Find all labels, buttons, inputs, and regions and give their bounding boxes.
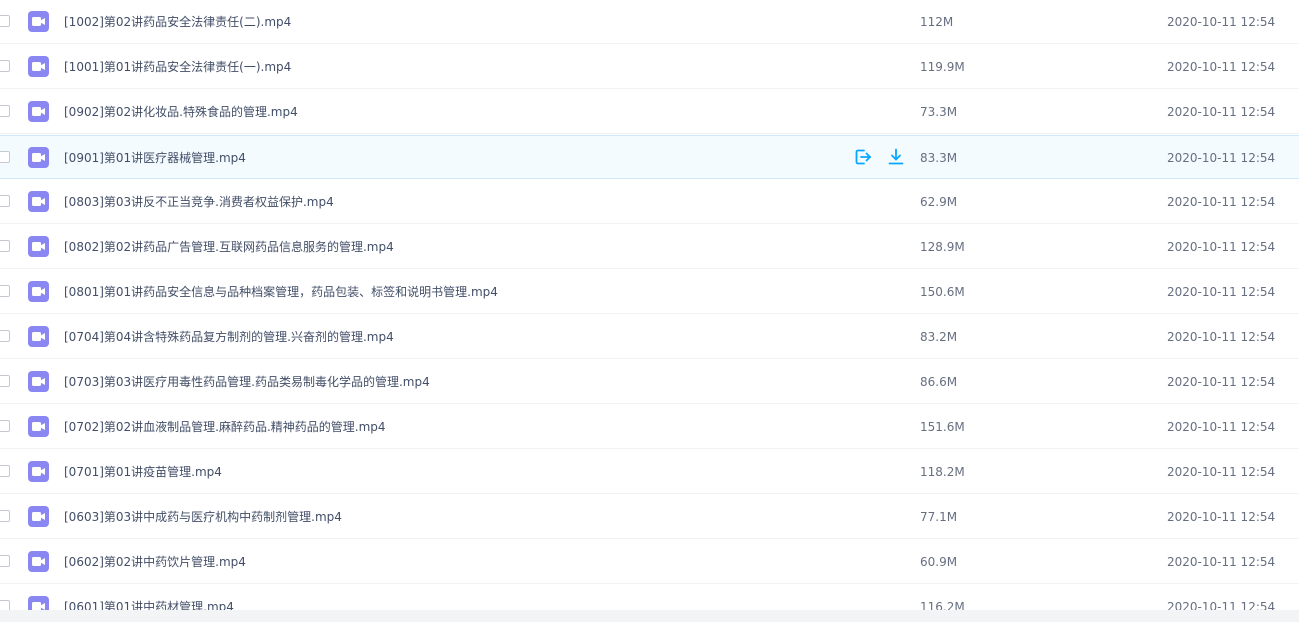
row-checkbox[interactable] (0, 285, 10, 297)
file-row[interactable]: [0902]第02讲化妆品.特殊食品的管理.mp4 73.3M 2020-10-… (0, 90, 1299, 134)
row-checkbox[interactable] (0, 105, 10, 117)
file-date: 2020-10-11 12:54 (1167, 151, 1276, 165)
file-row[interactable]: [0602]第02讲中药饮片管理.mp4 60.9M 2020-10-11 12… (0, 540, 1299, 584)
file-row[interactable]: [1002]第02讲药品安全法律责任(二).mp4 112M 2020-10-1… (0, 0, 1299, 44)
file-name[interactable]: [0702]第02讲血液制品管理.麻醉药品.精神药品的管理.mp4 (64, 405, 386, 449)
video-file-icon (28, 326, 49, 347)
file-row-hovered[interactable]: [0901]第01讲医疗器械管理.mp4 83.3M 2020-10-11 12… (0, 135, 1299, 179)
file-row[interactable]: [0601]第01讲中药材管理.mp4 116.2M 2020-10-11 12… (0, 585, 1299, 610)
file-name[interactable]: [0902]第02讲化妆品.特殊食品的管理.mp4 (64, 90, 298, 134)
video-file-icon (28, 596, 49, 610)
file-date: 2020-10-11 12:54 (1167, 465, 1276, 479)
file-size: 118.2M (920, 465, 965, 479)
row-checkbox[interactable] (0, 465, 10, 477)
file-row[interactable]: [0701]第01讲疫苗管理.mp4 118.2M 2020-10-11 12:… (0, 450, 1299, 494)
file-row[interactable]: [0803]第03讲反不正当竞争.消费者权益保护.mp4 62.9M 2020-… (0, 180, 1299, 224)
row-checkbox[interactable] (0, 15, 10, 27)
horizontal-scrollbar-track[interactable] (0, 610, 1299, 622)
file-name[interactable]: [0801]第01讲药品安全信息与品种档案管理，药品包装、标签和说明书管理.mp… (64, 270, 498, 314)
file-size: 128.9M (920, 240, 965, 254)
video-file-icon (28, 551, 49, 572)
file-date: 2020-10-11 12:54 (1167, 15, 1276, 29)
file-row[interactable]: [0703]第03讲医疗用毒性药品管理.药品类易制毒化学品的管理.mp4 86.… (0, 360, 1299, 404)
video-file-icon (28, 11, 49, 32)
row-checkbox[interactable] (0, 151, 10, 163)
file-date: 2020-10-11 12:54 (1167, 195, 1276, 209)
file-date: 2020-10-11 12:54 (1167, 510, 1276, 524)
file-size: 83.2M (920, 330, 958, 344)
file-row[interactable]: [0704]第04讲含特殊药品复方制剂的管理.兴奋剂的管理.mp4 83.2M … (0, 315, 1299, 359)
file-date: 2020-10-11 12:54 (1167, 600, 1276, 610)
file-row[interactable]: [0702]第02讲血液制品管理.麻醉药品.精神药品的管理.mp4 151.6M… (0, 405, 1299, 449)
file-size: 73.3M (920, 105, 958, 119)
file-name[interactable]: [0601]第01讲中药材管理.mp4 (64, 585, 234, 610)
row-checkbox[interactable] (0, 240, 10, 252)
row-checkbox[interactable] (0, 555, 10, 567)
video-file-icon (28, 506, 49, 527)
file-name[interactable]: [0603]第03讲中成药与医疗机构中药制剂管理.mp4 (64, 495, 342, 539)
row-checkbox[interactable] (0, 510, 10, 522)
file-list: [1002]第02讲药品安全法律责任(二).mp4 112M 2020-10-1… (0, 0, 1299, 610)
file-name[interactable]: [0802]第02讲药品广告管理.互联网药品信息服务的管理.mp4 (64, 225, 394, 269)
file-date: 2020-10-11 12:54 (1167, 555, 1276, 569)
file-date: 2020-10-11 12:54 (1167, 330, 1276, 344)
row-checkbox[interactable] (0, 60, 10, 72)
file-size: 151.6M (920, 420, 965, 434)
video-file-icon (28, 461, 49, 482)
video-file-icon (28, 416, 49, 437)
file-size: 116.2M (920, 600, 965, 610)
file-size: 119.9M (920, 60, 965, 74)
file-size: 86.6M (920, 375, 958, 389)
video-file-icon (28, 371, 49, 392)
row-checkbox[interactable] (0, 600, 10, 610)
video-file-icon (28, 281, 49, 302)
video-file-icon (28, 147, 49, 168)
file-date: 2020-10-11 12:54 (1167, 420, 1276, 434)
file-name[interactable]: [0602]第02讲中药饮片管理.mp4 (64, 540, 246, 584)
file-date: 2020-10-11 12:54 (1167, 105, 1276, 119)
video-file-icon (28, 191, 49, 212)
row-checkbox[interactable] (0, 420, 10, 432)
row-checkbox[interactable] (0, 195, 10, 207)
video-file-icon (28, 236, 49, 257)
file-name[interactable]: [0704]第04讲含特殊药品复方制剂的管理.兴奋剂的管理.mp4 (64, 315, 394, 359)
file-date: 2020-10-11 12:54 (1167, 285, 1276, 299)
file-size: 112M (920, 15, 954, 29)
file-row[interactable]: [1001]第01讲药品安全法律责任(一).mp4 119.9M 2020-10… (0, 45, 1299, 89)
file-row[interactable]: [0802]第02讲药品广告管理.互联网药品信息服务的管理.mp4 128.9M… (0, 225, 1299, 269)
file-name[interactable]: [1002]第02讲药品安全法律责任(二).mp4 (64, 0, 291, 44)
file-row[interactable]: [0801]第01讲药品安全信息与品种档案管理，药品包装、标签和说明书管理.mp… (0, 270, 1299, 314)
file-date: 2020-10-11 12:54 (1167, 60, 1276, 74)
download-icon[interactable] (886, 147, 906, 167)
file-name[interactable]: [0901]第01讲医疗器械管理.mp4 (64, 136, 246, 180)
file-size: 83.3M (920, 151, 958, 165)
file-size: 62.9M (920, 195, 958, 209)
file-name[interactable]: [0701]第01讲疫苗管理.mp4 (64, 450, 222, 494)
file-size: 150.6M (920, 285, 965, 299)
file-name[interactable]: [0703]第03讲医疗用毒性药品管理.药品类易制毒化学品的管理.mp4 (64, 360, 430, 404)
video-file-icon (28, 101, 49, 122)
file-size: 60.9M (920, 555, 958, 569)
row-checkbox[interactable] (0, 375, 10, 387)
video-file-icon (28, 56, 49, 77)
file-row[interactable]: [0603]第03讲中成药与医疗机构中药制剂管理.mp4 77.1M 2020-… (0, 495, 1299, 539)
file-date: 2020-10-11 12:54 (1167, 240, 1276, 254)
file-date: 2020-10-11 12:54 (1167, 375, 1276, 389)
file-size: 77.1M (920, 510, 958, 524)
row-checkbox[interactable] (0, 330, 10, 342)
share-icon[interactable] (853, 147, 873, 167)
file-name[interactable]: [0803]第03讲反不正当竞争.消费者权益保护.mp4 (64, 180, 334, 224)
row-actions (853, 147, 906, 169)
file-name[interactable]: [1001]第01讲药品安全法律责任(一).mp4 (64, 45, 291, 89)
